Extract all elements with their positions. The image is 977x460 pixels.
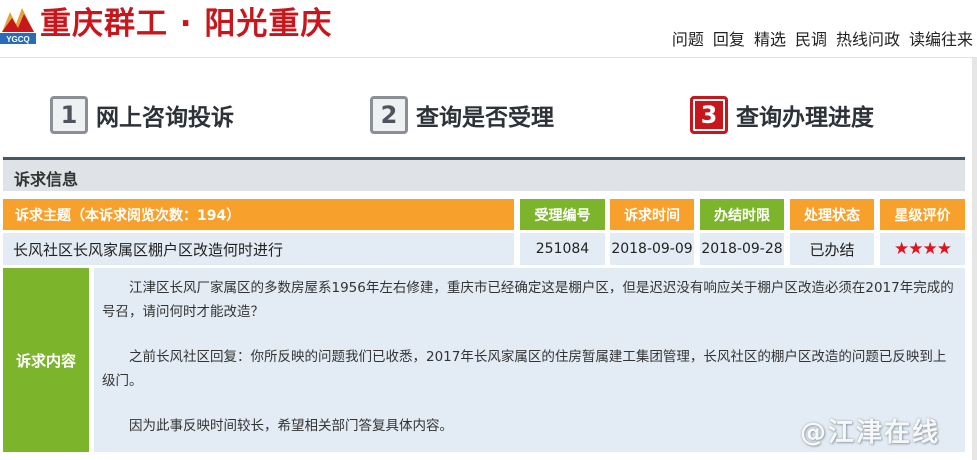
step-check-progress[interactable]: 3 查询办理进度 bbox=[690, 96, 874, 134]
panel-title-bar: 诉求信息 bbox=[3, 160, 965, 192]
panel-title: 诉求信息 bbox=[14, 170, 79, 189]
step-check-accepted[interactable]: 2 查询是否受理 bbox=[370, 96, 554, 134]
nav-item-questions[interactable]: 问题 bbox=[672, 26, 704, 50]
step-label: 查询是否受理 bbox=[416, 105, 554, 131]
header-number: 受理编号 bbox=[520, 199, 605, 230]
step-label: 查询办理进度 bbox=[736, 105, 874, 131]
header-time: 诉求时间 bbox=[610, 199, 694, 230]
nav-item-hotline[interactable]: 热线问政 bbox=[836, 26, 900, 50]
watermark: @江津在线 bbox=[800, 418, 941, 448]
header-subject: 诉求主题（本诉求阅览次数：194） bbox=[3, 199, 514, 230]
nav-item-featured[interactable]: 精选 bbox=[754, 26, 786, 50]
logo-text: YGCQ bbox=[6, 35, 30, 44]
step-number: 2 bbox=[370, 96, 408, 134]
step-online-consult[interactable]: 1 网上咨询投诉 bbox=[50, 96, 234, 134]
nav-item-reader-letters[interactable]: 读编往来 bbox=[909, 26, 973, 50]
record-status: 已办结 bbox=[790, 233, 874, 265]
main-nav: 问题 回复 精选 民调 热线问政 读编往来 bbox=[672, 26, 973, 50]
header-status: 处理状态 bbox=[790, 199, 874, 230]
record-time: 2018-09-09 bbox=[610, 233, 694, 265]
content-paragraph: 之前长风社区回复：你所反映的问题我们已收悉，2017年长风家属区的住房暂属建工集… bbox=[102, 349, 947, 389]
content-label: 诉求内容 bbox=[3, 268, 89, 452]
record-number: 251084 bbox=[520, 233, 605, 265]
step-label: 网上咨询投诉 bbox=[96, 105, 234, 131]
record-rating: ★★★★ bbox=[880, 233, 965, 265]
site-title[interactable]: 重庆群工 · 阳光重庆 bbox=[40, 2, 332, 46]
record-subject: 长风社区长风家属区棚户区改造何时进行 bbox=[3, 233, 514, 265]
content-paragraph: 江津区长风厂家属区的多数房屋系1956年左右修建，重庆市已经确定这是棚户区，但是… bbox=[102, 280, 954, 320]
header-deadline: 办结时限 bbox=[700, 199, 784, 230]
header-rating: 星级评价 bbox=[880, 199, 965, 230]
process-steps: 1 网上咨询投诉 2 查询是否受理 3 查询办理进度 bbox=[0, 58, 977, 158]
star-rating-icon: ★★★★ bbox=[894, 239, 952, 259]
site-header: YGCQ 重庆群工 · 阳光重庆 问题 回复 精选 民调 热线问政 读编往来 bbox=[0, 0, 977, 58]
step-number-active: 3 bbox=[690, 96, 728, 134]
nav-item-replies[interactable]: 回复 bbox=[713, 26, 745, 50]
record-deadline: 2018-09-28 bbox=[700, 233, 784, 265]
nav-item-polls[interactable]: 民调 bbox=[795, 26, 827, 50]
logo-icon[interactable]: YGCQ bbox=[0, 4, 36, 44]
step-number: 1 bbox=[50, 96, 88, 134]
